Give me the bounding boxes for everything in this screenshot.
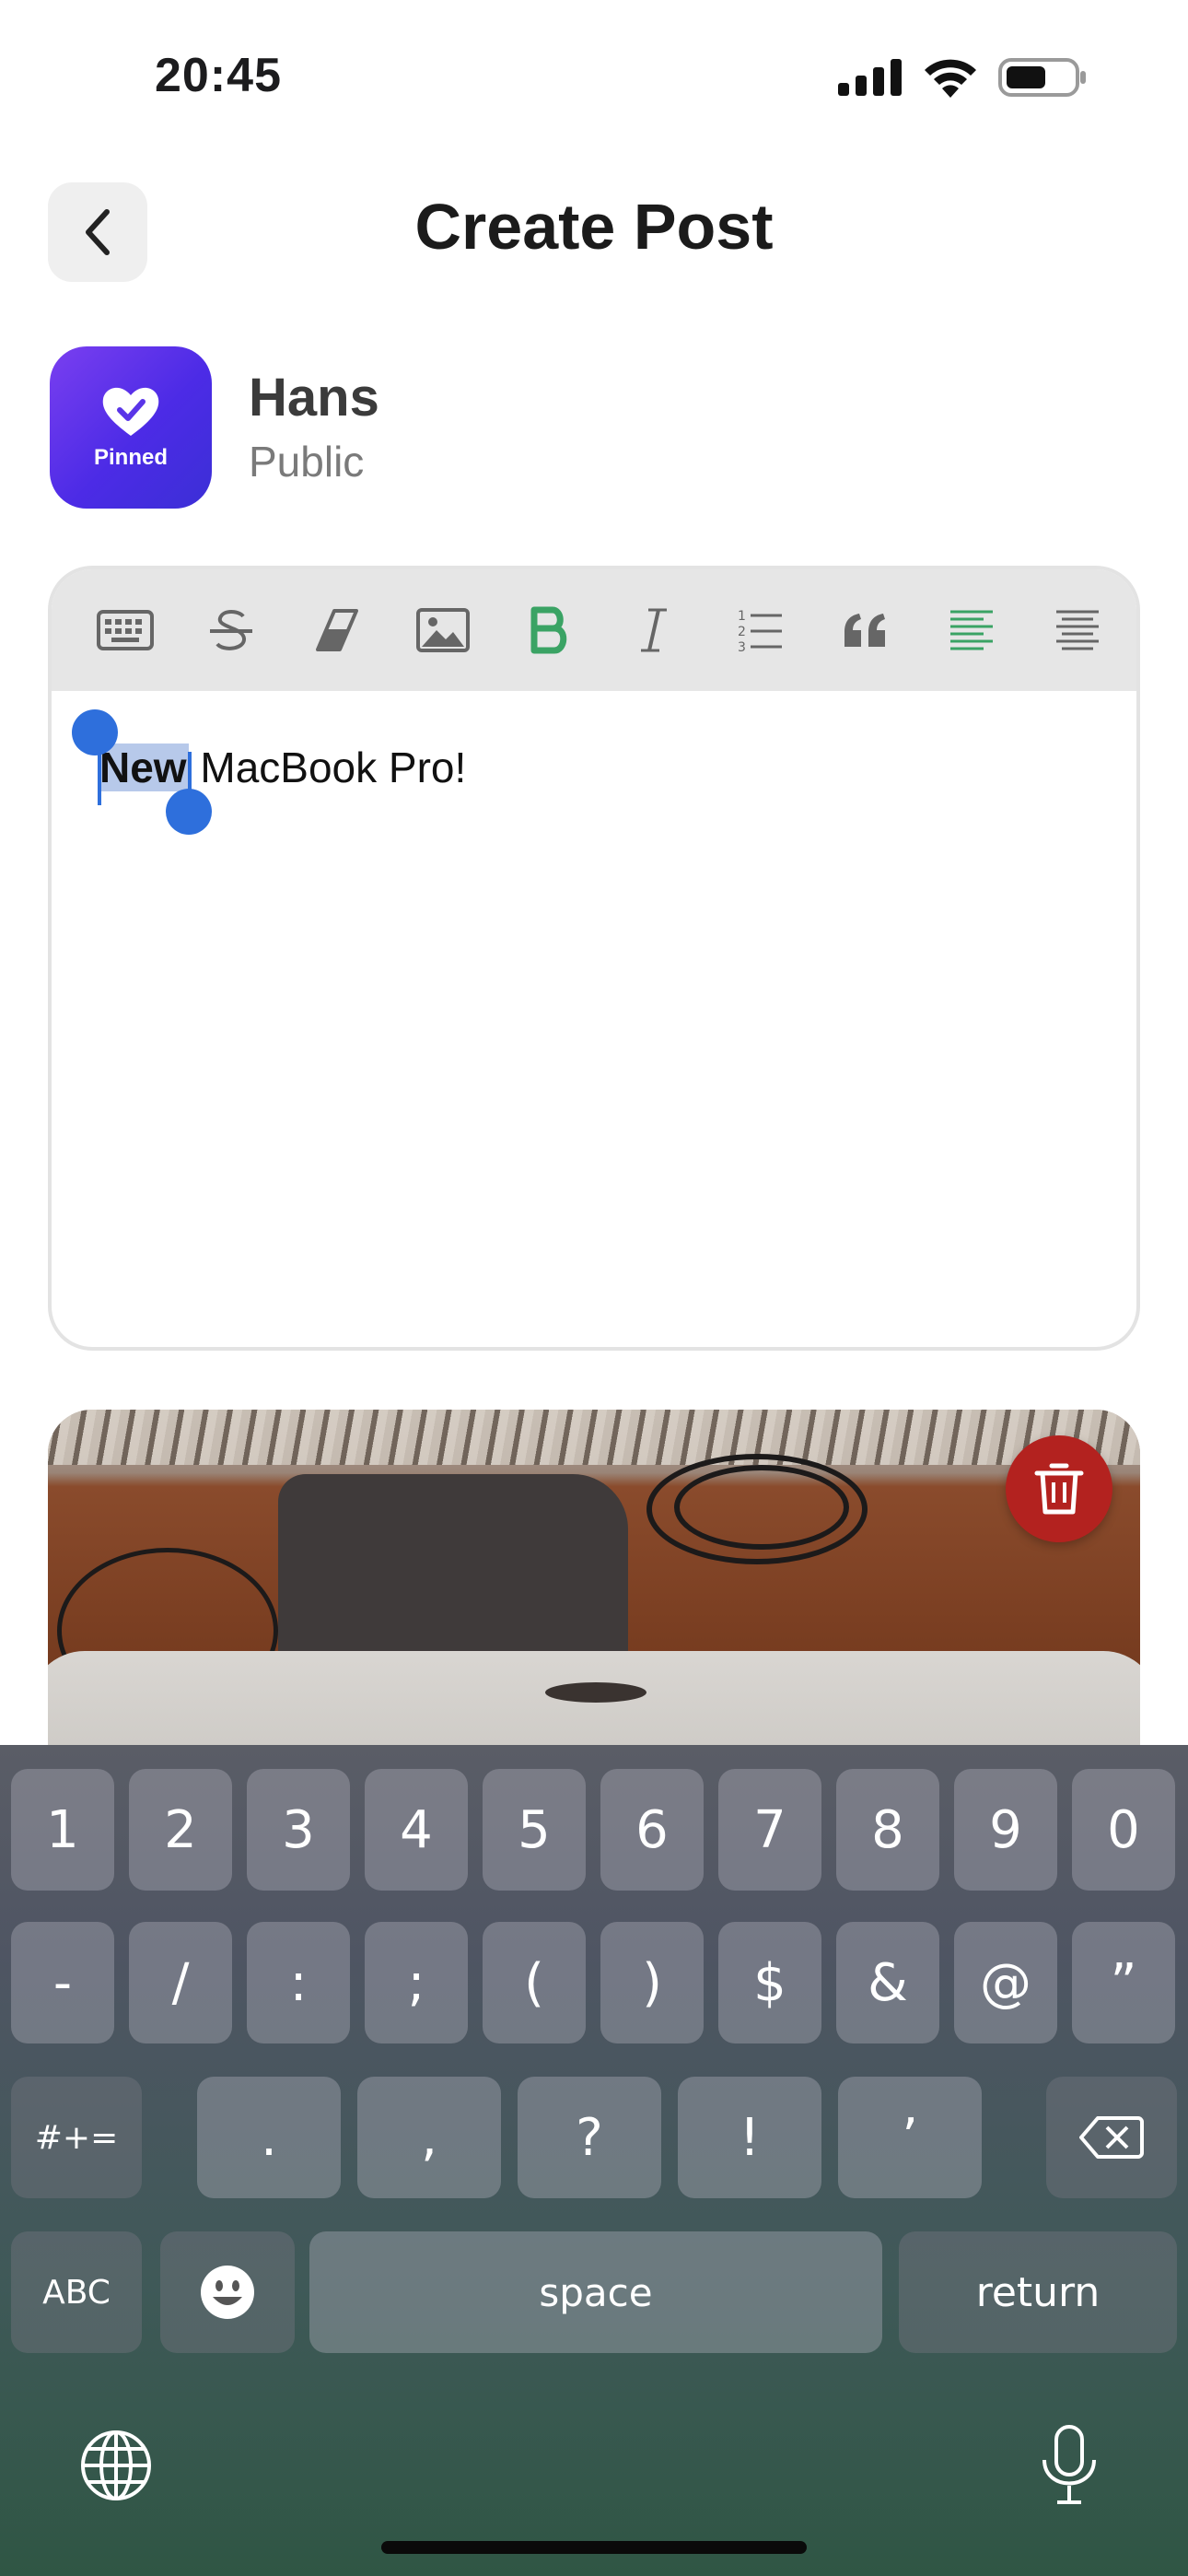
user-name: Hans bbox=[249, 368, 379, 427]
keyboard-icon bbox=[97, 610, 154, 650]
key[interactable]: @ bbox=[954, 1922, 1057, 2043]
key[interactable]: : bbox=[247, 1922, 350, 2043]
emoji-icon bbox=[201, 2266, 254, 2319]
key[interactable]: 6 bbox=[600, 1769, 704, 1891]
key[interactable]: ; bbox=[365, 1922, 468, 2043]
return-key[interactable]: return bbox=[899, 2231, 1177, 2353]
key[interactable]: & bbox=[836, 1922, 939, 2043]
post-text[interactable]: New MacBook Pro! bbox=[98, 743, 466, 792]
globe-icon[interactable] bbox=[79, 2429, 153, 2502]
key[interactable]: ( bbox=[483, 1922, 586, 2043]
align-left-icon bbox=[950, 610, 993, 650]
align-justify-icon bbox=[1055, 610, 1099, 650]
signal-icon bbox=[838, 59, 902, 96]
key[interactable]: ) bbox=[600, 1922, 704, 2043]
key[interactable]: 3 bbox=[247, 1769, 350, 1891]
bold-icon bbox=[530, 606, 566, 654]
keyboard-button[interactable] bbox=[92, 597, 158, 663]
key[interactable]: 1 bbox=[11, 1769, 114, 1891]
abc-key[interactable]: ABC bbox=[11, 2231, 142, 2353]
selected-text[interactable]: New bbox=[98, 744, 189, 791]
numbered-list-button[interactable]: 1 2 3 bbox=[727, 597, 793, 663]
key[interactable]: , bbox=[357, 2077, 501, 2198]
backspace-icon bbox=[1079, 2116, 1144, 2159]
photo-background bbox=[48, 1410, 1140, 1465]
post-editor[interactable]: 1 2 3 New MacBook Pro! bbox=[48, 566, 1140, 1351]
key[interactable]: 8 bbox=[836, 1769, 939, 1891]
key[interactable]: / bbox=[129, 1922, 232, 2043]
key[interactable]: 0 bbox=[1072, 1769, 1175, 1891]
svg-text:1: 1 bbox=[738, 609, 746, 624]
keyboard: 1 2 3 4 5 6 7 8 9 0 - / : ; ( ) $ & @ ” … bbox=[0, 1745, 1188, 2576]
eraser-icon bbox=[315, 609, 358, 651]
formatting-toolbar: 1 2 3 bbox=[52, 569, 1136, 691]
page-title: Create Post bbox=[414, 191, 774, 263]
emoji-key[interactable] bbox=[160, 2231, 295, 2353]
battery-icon bbox=[998, 58, 1086, 97]
attached-photo bbox=[48, 1410, 1140, 1760]
align-left-button[interactable] bbox=[938, 597, 1005, 663]
wifi-icon bbox=[925, 59, 976, 98]
key[interactable]: ! bbox=[678, 2077, 821, 2198]
photo-laptop bbox=[48, 1651, 1140, 1760]
quote-button[interactable] bbox=[833, 597, 899, 663]
key[interactable]: . bbox=[197, 2077, 341, 2198]
strikethrough-button[interactable] bbox=[198, 597, 264, 663]
italic-icon bbox=[641, 608, 668, 652]
key[interactable]: 5 bbox=[483, 1769, 586, 1891]
key[interactable]: ” bbox=[1072, 1922, 1175, 2043]
status-icons bbox=[838, 57, 1087, 98]
image-button[interactable] bbox=[410, 597, 476, 663]
key[interactable]: - bbox=[11, 1922, 114, 2043]
numbered-list-icon: 1 2 3 bbox=[738, 609, 783, 654]
align-justify-button[interactable] bbox=[1044, 597, 1111, 663]
quote-icon bbox=[844, 614, 886, 647]
backspace-key[interactable] bbox=[1046, 2077, 1177, 2198]
photo-cable bbox=[674, 1465, 849, 1550]
selection-handle-start[interactable] bbox=[72, 709, 118, 755]
photo-laptop-logo bbox=[545, 1682, 646, 1703]
key[interactable]: $ bbox=[718, 1922, 821, 2043]
italic-button[interactable] bbox=[621, 597, 687, 663]
trash-icon bbox=[1034, 1463, 1084, 1515]
delete-photo-button[interactable] bbox=[1006, 1435, 1112, 1542]
key[interactable]: 2 bbox=[129, 1769, 232, 1891]
avatar: Pinned bbox=[50, 346, 212, 509]
eraser-button[interactable] bbox=[304, 597, 370, 663]
key[interactable]: ? bbox=[518, 2077, 661, 2198]
user-visibility[interactable]: Public bbox=[249, 437, 364, 486]
svg-text:3: 3 bbox=[738, 640, 746, 654]
space-key[interactable]: space bbox=[309, 2231, 882, 2353]
svg-text:2: 2 bbox=[738, 625, 746, 639]
symbols-toggle-key[interactable]: #+= bbox=[11, 2077, 142, 2198]
avatar-label: Pinned bbox=[93, 445, 168, 470]
key[interactable]: 7 bbox=[718, 1769, 821, 1891]
key[interactable]: ’ bbox=[838, 2077, 982, 2198]
selection-handle-end[interactable] bbox=[166, 789, 212, 835]
microphone-icon[interactable] bbox=[1039, 2423, 1100, 2506]
home-indicator bbox=[381, 2541, 807, 2554]
strikethrough-icon bbox=[209, 610, 252, 650]
heart-check-icon bbox=[102, 387, 159, 436]
key[interactable]: 9 bbox=[954, 1769, 1057, 1891]
status-time: 20:45 bbox=[155, 49, 282, 102]
key[interactable]: 4 bbox=[365, 1769, 468, 1891]
bold-button[interactable] bbox=[516, 597, 582, 663]
image-icon bbox=[415, 608, 470, 652]
post-text-rest[interactable]: MacBook Pro! bbox=[189, 744, 466, 791]
